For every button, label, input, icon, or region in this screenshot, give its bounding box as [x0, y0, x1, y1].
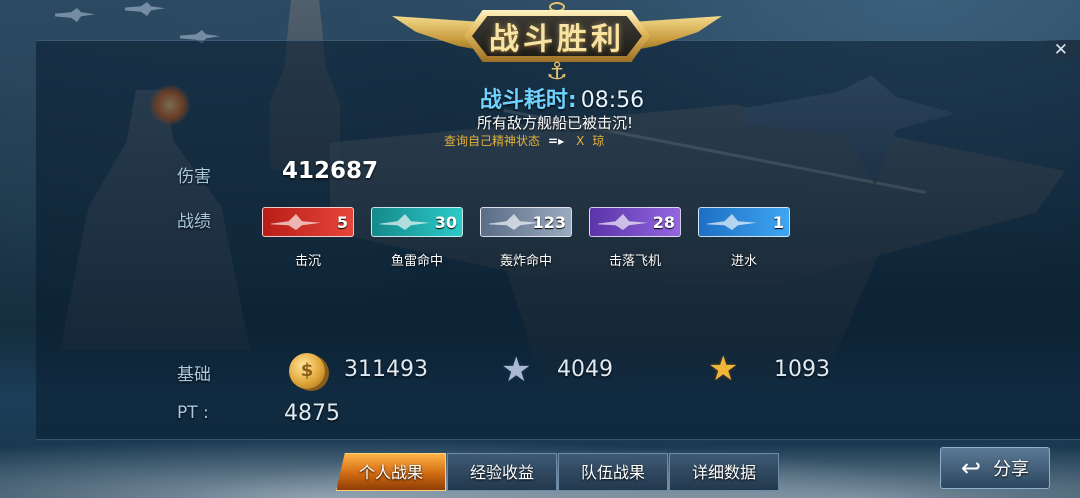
- badge-count: 5: [336, 213, 348, 232]
- tab-exp-rewards[interactable]: 经验收益: [447, 453, 557, 491]
- badge-bomb[interactable]: 123: [480, 207, 572, 237]
- spirit-status-link[interactable]: 查询自己精神状态 =▸ X 琼: [444, 132, 604, 149]
- share-label[interactable]: 分享: [993, 455, 1029, 481]
- spirit-link-char: 琼: [592, 134, 605, 148]
- anchor-icon: ⚓: [546, 57, 568, 85]
- return-arrow-icon: ↩: [960, 454, 982, 482]
- badge-count: 30: [434, 213, 457, 232]
- flooding-icon: [707, 214, 757, 230]
- gold-coin-icon: $: [289, 353, 325, 389]
- banner-plate-inner: 战斗胜利: [472, 16, 642, 56]
- badge-count: 123: [532, 213, 566, 232]
- spirit-link-x: X: [576, 133, 585, 148]
- pt-label: PT :: [177, 403, 209, 423]
- close-icon[interactable]: ✕: [1054, 40, 1068, 60]
- damage-label: 伤害: [177, 167, 211, 187]
- silver-star-value: 4049: [557, 357, 613, 382]
- spirit-link-text[interactable]: 查询自己精神状态: [444, 132, 540, 149]
- gold-value: 311493: [344, 357, 428, 382]
- record-label: 战绩: [177, 212, 211, 232]
- bomb-icon: [489, 214, 539, 230]
- badge-sink[interactable]: 5: [262, 207, 354, 237]
- close-button[interactable]: ✕: [1036, 40, 1080, 60]
- tab-team-results[interactable]: 队伍战果: [558, 453, 668, 491]
- tab-personal-results[interactable]: 个人战果: [336, 453, 446, 491]
- duration-value: 08:56: [580, 88, 645, 113]
- badge-label: 击沉: [294, 254, 321, 269]
- tab-detailed-data[interactable]: 详细数据: [669, 453, 779, 491]
- battle-duration: 战斗耗时: 08:56: [0, 82, 1080, 114]
- base-label: 基础: [177, 365, 211, 385]
- damage-value: 412687: [282, 158, 379, 184]
- badge-label: 轰炸命中: [499, 254, 552, 269]
- gold-star-value: 1093: [774, 357, 830, 382]
- pt-value: 4875: [284, 401, 340, 426]
- badge-label: 鱼雷命中: [390, 254, 443, 269]
- badge-torpedo[interactable]: 30: [371, 207, 463, 237]
- badge-label: 击落飞机: [608, 254, 661, 269]
- badge-flooding[interactable]: 1: [698, 207, 790, 237]
- badge-label: 进水: [730, 254, 757, 269]
- duration-label: 战斗耗时:: [479, 88, 577, 113]
- silver-star-icon: ★: [501, 350, 532, 390]
- torpedo-icon: [380, 214, 430, 230]
- sky-plane-decoration: [125, 2, 165, 16]
- badge-count: 1: [772, 213, 784, 232]
- share-button[interactable]: ↩ 分享: [940, 447, 1050, 489]
- badge-count: 28: [652, 213, 675, 232]
- victory-banner: 战斗胜利 ⚓: [392, 2, 722, 85]
- ship-sink-icon: [271, 214, 321, 230]
- banner-plate: 战斗胜利: [464, 10, 650, 62]
- victory-title: 战斗胜利: [489, 22, 625, 57]
- plane-down-icon: [598, 214, 648, 230]
- badge-plane-down[interactable]: 28: [589, 207, 681, 237]
- gold-star-icon: ★: [708, 349, 739, 389]
- arrow-right-icon: =▸: [548, 133, 565, 148]
- sky-plane-decoration: [55, 8, 95, 22]
- result-message: 所有敌方舰船已被击沉!: [476, 114, 633, 132]
